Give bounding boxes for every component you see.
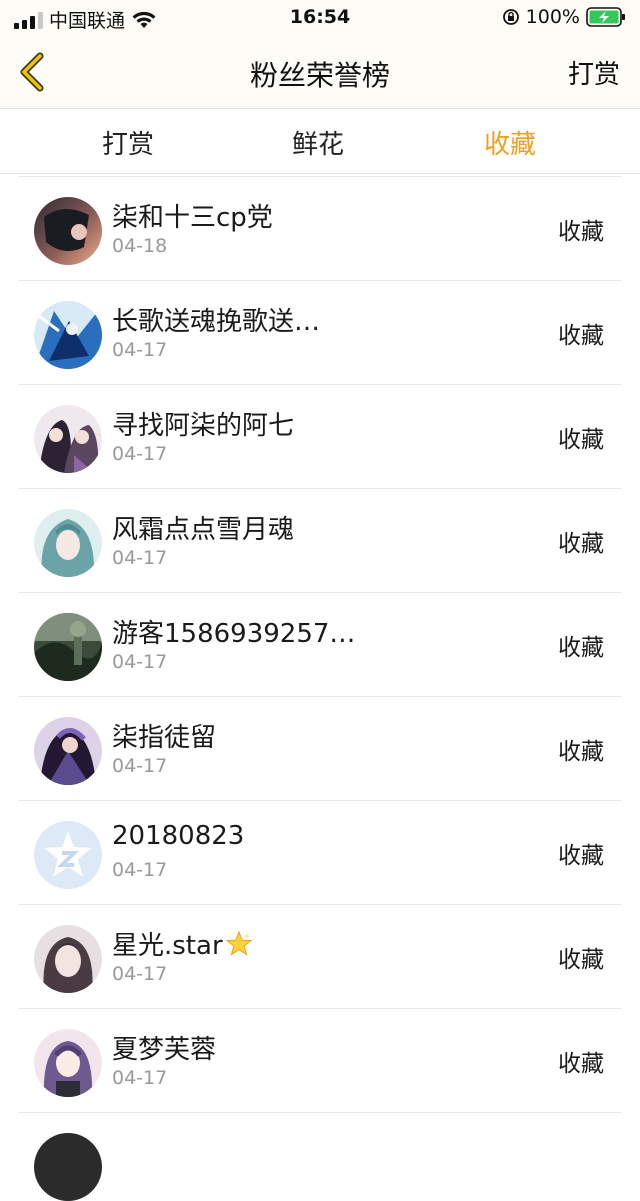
- avatar[interactable]: [34, 717, 102, 785]
- user-name-text: 游客1586939257…: [112, 619, 356, 649]
- avatar[interactable]: [34, 821, 102, 889]
- user-name-text: 星光.star: [112, 931, 223, 961]
- item-date: 04-17: [112, 443, 168, 465]
- list-item[interactable]: 风霜点点雪月魂 04-17 收藏: [0, 489, 640, 593]
- avatar[interactable]: [34, 197, 102, 265]
- tab-reward[interactable]: 打赏: [68, 124, 188, 161]
- orientation-lock-icon: [502, 9, 519, 25]
- status-right: 100%: [502, 6, 626, 28]
- avatar[interactable]: [34, 1029, 102, 1097]
- item-date: 04-17: [112, 755, 168, 777]
- row-divider: [18, 1112, 622, 1113]
- item-date: 04-17: [112, 859, 168, 881]
- list-item[interactable]: 星光.star 04-17 收藏: [0, 905, 640, 1009]
- item-date: 04-17: [112, 339, 168, 361]
- user-name: 柒和十三cp党: [112, 197, 273, 234]
- user-name-text: 柒指徒留: [112, 723, 217, 753]
- reward-button[interactable]: 打赏: [568, 54, 620, 91]
- item-type-label: 收藏: [558, 635, 604, 661]
- battery-charging-icon: [586, 7, 625, 27]
- user-name-text: 风霜点点雪月魂: [112, 515, 295, 545]
- user-name-text: 20180823: [112, 821, 245, 851]
- user-name-text: 寻找阿柒的阿七: [112, 411, 295, 441]
- user-name-text: 柒和十三cp党: [112, 203, 273, 233]
- status-bar: 中国联通 16:54 100%: [0, 0, 640, 36]
- list-item[interactable]: 柒指徒留 04-17 收藏: [0, 697, 640, 801]
- avatar[interactable]: [34, 405, 102, 473]
- list-item[interactable]: 20180823 04-17 收藏: [0, 801, 640, 905]
- item-date: 04-17: [112, 963, 168, 985]
- user-name: 游客1586939257…: [112, 613, 355, 650]
- user-name: 寻找阿柒的阿七: [112, 405, 294, 442]
- avatar[interactable]: [34, 925, 102, 993]
- item-type-label: 收藏: [558, 739, 604, 765]
- item-type-label: 收藏: [558, 531, 604, 557]
- item-type-label: 收藏: [558, 427, 604, 453]
- item-date: 04-17: [112, 651, 168, 673]
- avatar[interactable]: [34, 613, 102, 681]
- list-item[interactable]: 柒和十三cp党 04-18 收藏: [0, 177, 640, 281]
- user-name: 柒指徒留: [112, 717, 216, 754]
- user-name: 星光.star: [112, 925, 253, 962]
- tab-bar: 打赏 鲜花 收藏: [0, 108, 640, 174]
- list-item[interactable]: 游客1586939257… 04-17 收藏: [0, 593, 640, 697]
- item-type-label: 收藏: [558, 219, 604, 245]
- page-title: 粉丝荣誉榜: [249, 59, 390, 92]
- tab-flowers[interactable]: 鲜花: [258, 124, 378, 161]
- star-icon: [225, 930, 253, 956]
- avatar[interactable]: [34, 1133, 102, 1201]
- item-type-label: 收藏: [558, 947, 604, 973]
- avatar[interactable]: [34, 509, 102, 577]
- user-name: 长歌送魂挽歌送…: [112, 301, 320, 338]
- user-name: 夏梦芙蓉: [112, 1029, 216, 1066]
- avatar[interactable]: [34, 301, 102, 369]
- user-name-text: 夏梦芙蓉: [112, 1035, 217, 1065]
- battery-percent: 100%: [525, 6, 580, 28]
- list-item[interactable]: 夏梦芙蓉 04-17 收藏: [0, 1009, 640, 1113]
- item-type-label: 收藏: [558, 323, 604, 349]
- item-date: 04-18: [112, 235, 168, 257]
- nav-bar: 粉丝荣誉榜 打赏: [0, 36, 640, 108]
- user-name: 20180823: [112, 821, 244, 851]
- item-date: 04-17: [112, 547, 168, 569]
- user-name-text: 长歌送魂挽歌送…: [112, 307, 321, 337]
- user-name: 风霜点点雪月魂: [112, 509, 294, 546]
- item-date: 04-17: [112, 1067, 168, 1089]
- list-item[interactable]: 寻找阿柒的阿七 04-17 收藏: [0, 385, 640, 489]
- item-type-label: 收藏: [558, 843, 604, 869]
- list-item[interactable]: 长歌送魂挽歌送… 04-17 收藏: [0, 281, 640, 385]
- item-type-label: 收藏: [558, 1051, 604, 1077]
- tab-favorites[interactable]: 收藏: [450, 124, 570, 161]
